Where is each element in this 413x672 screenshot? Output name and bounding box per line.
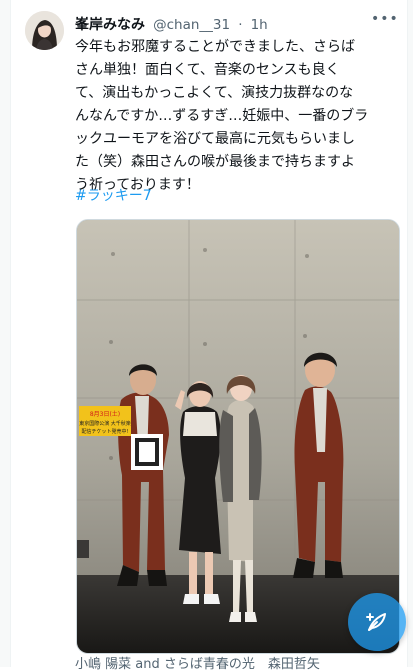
avatar[interactable] — [25, 11, 64, 50]
compose-button[interactable] — [348, 593, 406, 651]
timestamp[interactable]: 1h — [251, 17, 268, 33]
handle[interactable]: @chan__31 — [153, 17, 230, 33]
display-name[interactable]: 峯岸みなみ — [75, 17, 145, 33]
tweet[interactable]: 峯岸みなみ @chan__31 · 1h ••• 今年もお邪魔することができまし… — [11, 0, 407, 672]
separator: · — [238, 17, 243, 33]
tweet-photo[interactable]: 8月3日(土) 東京国際公演 大千秋楽 配信チケット発売中! — [76, 219, 400, 654]
hashtag-link[interactable]: #ラッキー7 — [75, 185, 152, 208]
left-border — [0, 0, 11, 667]
tweet-header: 峯岸みなみ @chan__31 · 1h — [75, 14, 395, 34]
poster-event: 東京国際公演 大千秋楽 — [79, 420, 131, 427]
poster-date: 8月3日(土) — [90, 410, 120, 418]
photo-scene: 8月3日(土) 東京国際公演 大千秋楽 配信チケット発売中! — [77, 220, 399, 653]
compose-feather-icon — [366, 613, 386, 631]
right-border — [407, 0, 413, 667]
tweet-text: 今年もお邪魔することができました、さらば さん単独！面白くて、音楽のセンスも良く… — [75, 39, 369, 193]
photo-caption: 小嶋 陽菜 and さらば青春の光 森田哲矢 — [75, 657, 320, 672]
poster-tickets: 配信チケット発売中! — [81, 428, 128, 435]
more-dots-icon[interactable]: ••• — [371, 12, 398, 28]
